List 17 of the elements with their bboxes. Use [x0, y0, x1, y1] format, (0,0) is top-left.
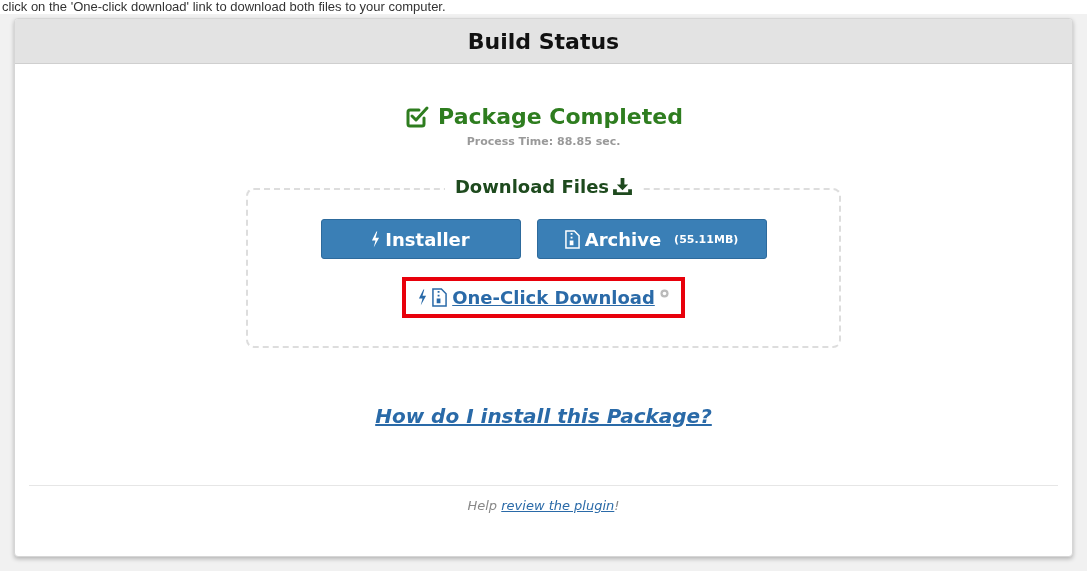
review-link[interactable]: review the plugin — [501, 498, 615, 513]
one-click-download-link[interactable]: One-Click Download — [452, 287, 655, 308]
installer-button[interactable]: Installer — [320, 219, 521, 259]
bolt-icon — [371, 230, 381, 248]
download-icon — [613, 178, 633, 195]
file-icon — [564, 229, 580, 249]
caption-text: click on the 'One-click download' link to download both files to your computer. — [0, 0, 1087, 14]
archive-button[interactable]: Archive (55.11MB) — [536, 219, 767, 259]
download-legend: Download Files — [454, 176, 610, 197]
file-icon — [432, 288, 448, 307]
install-help-link[interactable]: How do I install this Package? — [375, 404, 712, 428]
bolt-icon — [418, 289, 428, 306]
footer-note: Help review the plugin! — [467, 498, 620, 513]
process-time: Process Time: 88.85 sec. — [466, 135, 621, 148]
panel-title: Build Status — [467, 28, 620, 54]
status-text: Package Completed — [438, 104, 683, 129]
checkbox-icon — [404, 104, 431, 129]
